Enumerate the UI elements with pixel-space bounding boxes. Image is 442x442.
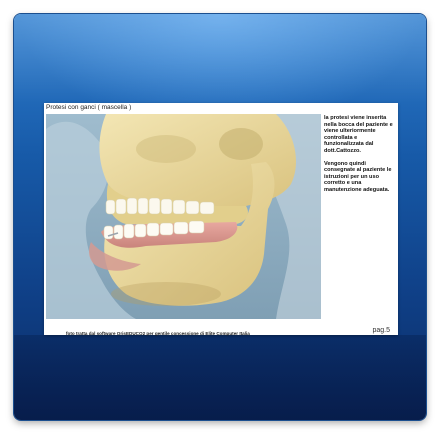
slide: Protesi con ganci ( mascella ) la protes… bbox=[44, 103, 398, 336]
slide-title: Protesi con ganci ( mascella ) bbox=[46, 104, 132, 111]
frame-bottom-band bbox=[14, 335, 426, 420]
description-paragraph-2: Vengono quindi consegnate al paziente le… bbox=[324, 160, 392, 193]
skull-denture-image bbox=[46, 114, 321, 319]
frame-highlight bbox=[14, 14, 426, 104]
photo-caption: foto tratta dal software OrisEDUCO2 per … bbox=[66, 331, 250, 336]
page-number: pag.5 bbox=[372, 327, 390, 334]
description-paragraph-1: la protesi viene inserita nella bocca de… bbox=[324, 115, 393, 154]
description-text: la protesi viene inserita nella bocca de… bbox=[324, 115, 396, 200]
